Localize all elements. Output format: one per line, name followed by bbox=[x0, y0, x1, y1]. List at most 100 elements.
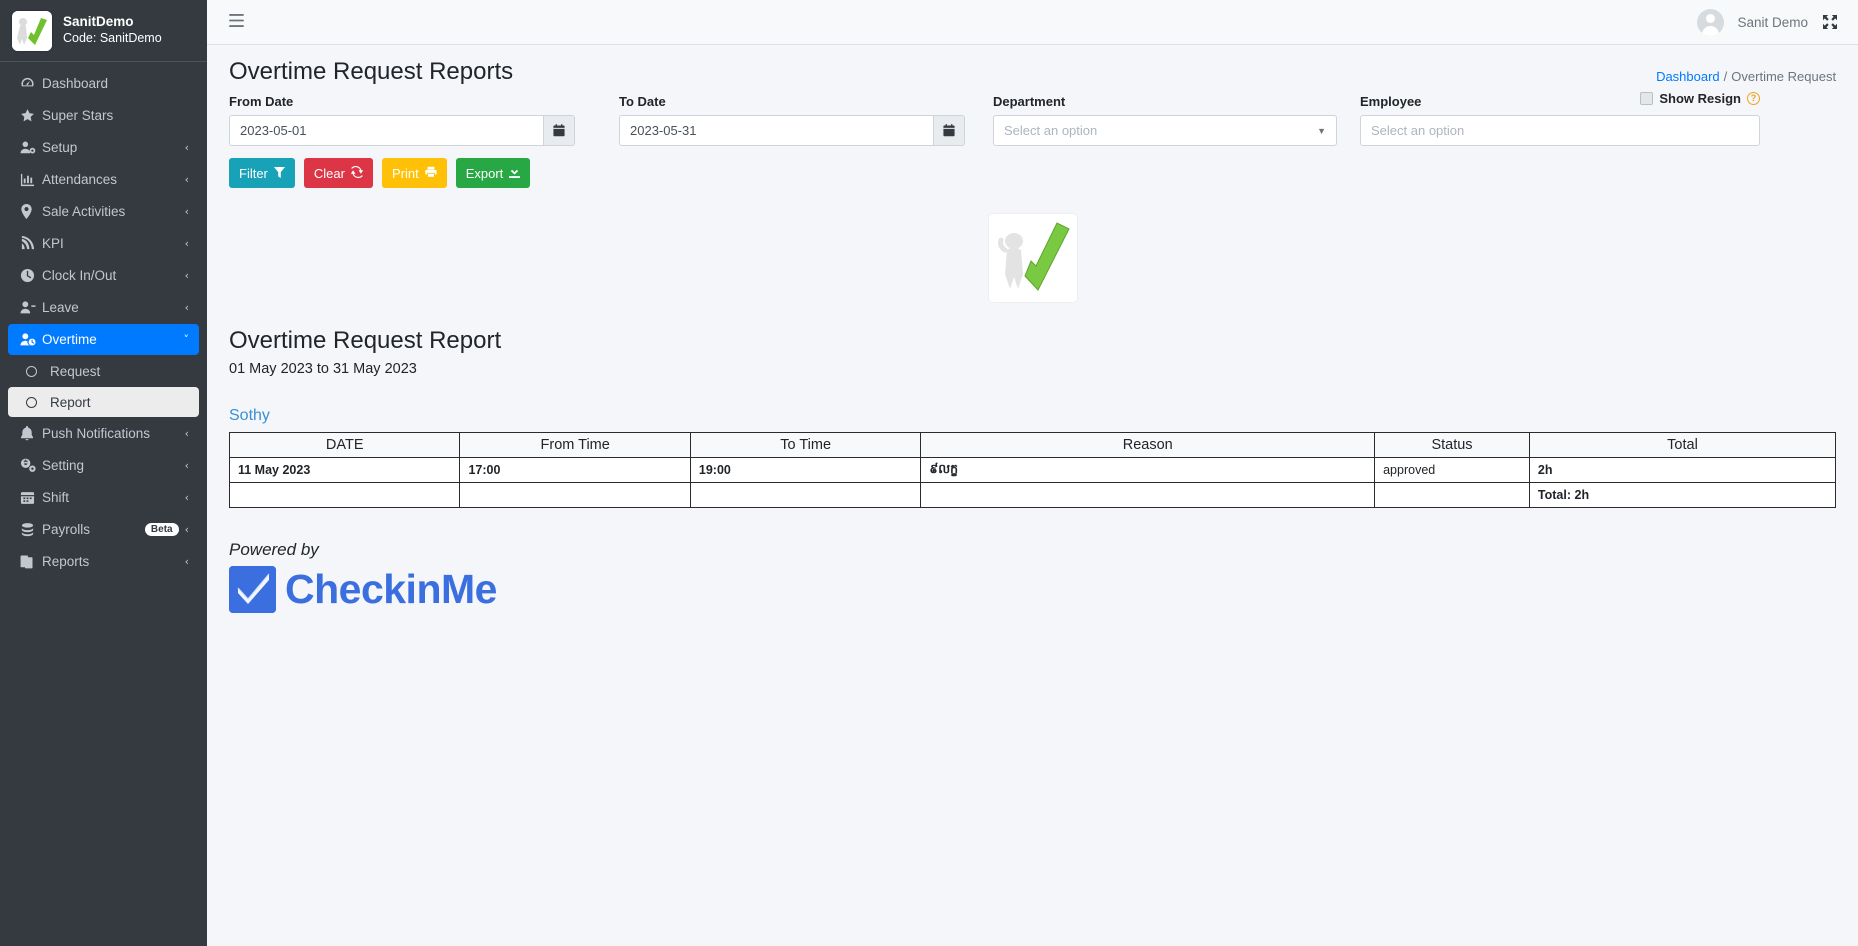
sidebar-item-attendances[interactable]: Attendances ‹ bbox=[8, 164, 199, 195]
main-area: Sanit Demo Overtime Request Reports Dash… bbox=[207, 0, 1858, 946]
avatar[interactable] bbox=[1696, 8, 1724, 36]
powered-by-block: Powered by CheckinMe bbox=[229, 540, 1836, 613]
star-icon bbox=[20, 108, 42, 123]
breadcrumb-dashboard-link[interactable]: Dashboard bbox=[1656, 69, 1720, 84]
action-button-row: Filter Clear Print Export bbox=[207, 146, 1858, 188]
sidebar-item-setup[interactable]: Setup ‹ bbox=[8, 132, 199, 163]
report-body: Overtime Request Report 01 May 2023 to 3… bbox=[207, 188, 1858, 613]
chevron-down-icon: ▼ bbox=[1317, 125, 1326, 136]
filter-button[interactable]: Filter bbox=[229, 158, 295, 188]
sidebar-item-kpi[interactable]: KPI ‹ bbox=[8, 228, 199, 259]
sidebar-item-label: Push Notifications bbox=[42, 426, 151, 441]
show-resign-label: Show Resign bbox=[1659, 91, 1741, 106]
chevron-left-icon: ‹ bbox=[184, 427, 189, 440]
report-date-range: 01 May 2023 to 31 May 2023 bbox=[229, 361, 417, 377]
sidebar-item-leave[interactable]: Leave ‹ bbox=[8, 292, 199, 323]
checkinme-logo: CheckinMe bbox=[229, 566, 1836, 613]
cell-blank bbox=[689, 482, 922, 508]
column-header-reason: Reason bbox=[920, 432, 1376, 458]
clipboard-icon bbox=[20, 554, 42, 569]
sidebar-item-label: Clock In/Out bbox=[42, 268, 117, 283]
bell-icon bbox=[20, 426, 42, 441]
from-date-label: From Date bbox=[229, 94, 294, 109]
overtime-report-table: DATE From Time To Time Reason Status Tot… bbox=[228, 432, 1837, 508]
content-header: Overtime Request Reports Dashboard / Overt… bbox=[207, 45, 1858, 94]
chevron-left-icon: ‹ bbox=[184, 301, 189, 314]
sidebar-item-label: Sale Activities bbox=[42, 204, 126, 219]
sidebar-item-clock-in-out[interactable]: Clock In/Out ‹ bbox=[8, 260, 199, 291]
department-group: Department Select an option ▼ bbox=[993, 94, 1337, 146]
column-header-total: Total bbox=[1528, 432, 1837, 458]
cell-blank bbox=[459, 482, 691, 508]
report-logo-wrap bbox=[229, 214, 1836, 302]
sidebar-item-super-stars[interactable]: Super Stars bbox=[8, 100, 199, 131]
sidebar-item-sale-activities[interactable]: Sale Activities ‹ bbox=[8, 196, 199, 227]
from-date-input[interactable] bbox=[229, 115, 544, 146]
cell-grand-total: Total: 2h bbox=[1528, 482, 1837, 508]
signal-icon bbox=[20, 236, 42, 251]
table-row: 11 May 2023 17:00 19:00 ៩លក្ខ approved 2… bbox=[228, 457, 1837, 483]
from-date-calendar-icon[interactable] bbox=[544, 115, 575, 146]
page-title: Overtime Request Reports bbox=[229, 58, 514, 85]
printer-icon bbox=[425, 166, 437, 181]
to-date-input-wrap bbox=[619, 115, 965, 146]
department-placeholder: Select an option bbox=[1004, 123, 1098, 138]
sidebar-item-shift[interactable]: Shift ‹ bbox=[8, 482, 199, 513]
report-logo-icon bbox=[988, 214, 1077, 302]
cell-blank bbox=[920, 482, 1376, 508]
checkinme-wordmark: CheckinMe bbox=[285, 566, 497, 612]
cell-total: 2h bbox=[1528, 457, 1837, 483]
sidebar-item-push-notifications[interactable]: Push Notifications ‹ bbox=[8, 418, 199, 449]
sidebar-item-setting[interactable]: Setting ‹ bbox=[8, 450, 199, 481]
clear-button[interactable]: Clear bbox=[303, 158, 373, 188]
checkinme-check-logo-icon bbox=[229, 566, 276, 613]
funnel-icon bbox=[273, 166, 285, 181]
show-resign-row: Show Resign ? bbox=[1640, 91, 1760, 106]
print-button[interactable]: Print bbox=[381, 158, 447, 188]
top-navbar: Sanit Demo bbox=[207, 0, 1858, 45]
help-question-icon[interactable]: ? bbox=[1747, 92, 1760, 105]
dashboard-icon bbox=[20, 76, 42, 91]
sidebar-subitem-label: Report bbox=[50, 394, 91, 410]
hamburger-menu-icon[interactable] bbox=[223, 9, 250, 35]
chevron-down-icon: ˅ bbox=[183, 333, 190, 346]
sidebar-item-overtime-report[interactable]: Report bbox=[8, 387, 199, 417]
username-label[interactable]: Sanit Demo bbox=[1738, 15, 1809, 30]
sidebar-item-label: KPI bbox=[42, 236, 64, 251]
circle-icon bbox=[26, 396, 50, 408]
from-date-group: From Date bbox=[229, 94, 575, 146]
sidebar-item-payrolls[interactable]: Payrolls Beta ‹ bbox=[8, 514, 199, 545]
refresh-icon bbox=[350, 165, 364, 181]
export-button-label: Export bbox=[465, 165, 504, 181]
to-date-calendar-icon[interactable] bbox=[934, 115, 965, 146]
chevron-left-icon: ‹ bbox=[184, 173, 189, 186]
department-select[interactable]: Select an option ▼ bbox=[993, 115, 1337, 146]
sidebar-nav: Dashboard Super Stars Setup ‹ Attendance… bbox=[0, 62, 207, 577]
chevron-left-icon: ‹ bbox=[184, 237, 189, 250]
sidebar-item-label: Shift bbox=[42, 490, 70, 505]
fullscreen-expand-icon[interactable] bbox=[1822, 14, 1838, 30]
export-button[interactable]: Export bbox=[455, 158, 531, 188]
sidebar-item-label: Reports bbox=[42, 554, 90, 569]
brand-logo-icon bbox=[12, 10, 52, 51]
employee-group: Employee Show Resign ? Select an option bbox=[1360, 91, 1760, 146]
report-employee-name: Sothy bbox=[229, 407, 270, 424]
sidebar-item-overtime[interactable]: Overtime ˅ bbox=[8, 324, 199, 355]
sidebar-item-label: Attendances bbox=[42, 172, 118, 187]
sidebar-item-label: Leave bbox=[42, 300, 79, 315]
column-header-from-time: From Time bbox=[459, 432, 691, 458]
beta-badge: Beta bbox=[144, 523, 179, 536]
show-resign-checkbox[interactable] bbox=[1640, 92, 1654, 105]
employee-select[interactable]: Select an option bbox=[1360, 115, 1760, 146]
sidebar-item-label: Setting bbox=[42, 458, 85, 473]
to-date-input[interactable] bbox=[619, 115, 934, 146]
bar-chart-icon bbox=[20, 172, 42, 187]
map-pin-icon bbox=[20, 204, 42, 219]
brand-block[interactable]: SanitDemo Code: SanitDemo bbox=[0, 0, 207, 62]
sidebar-item-reports[interactable]: Reports ‹ bbox=[8, 546, 199, 577]
download-icon bbox=[509, 165, 521, 181]
sidebar-item-dashboard[interactable]: Dashboard bbox=[8, 68, 199, 99]
to-date-label: To Date bbox=[619, 94, 666, 109]
sidebar-item-overtime-request[interactable]: Request bbox=[8, 356, 199, 386]
powered-by-label: Powered by bbox=[229, 540, 319, 559]
